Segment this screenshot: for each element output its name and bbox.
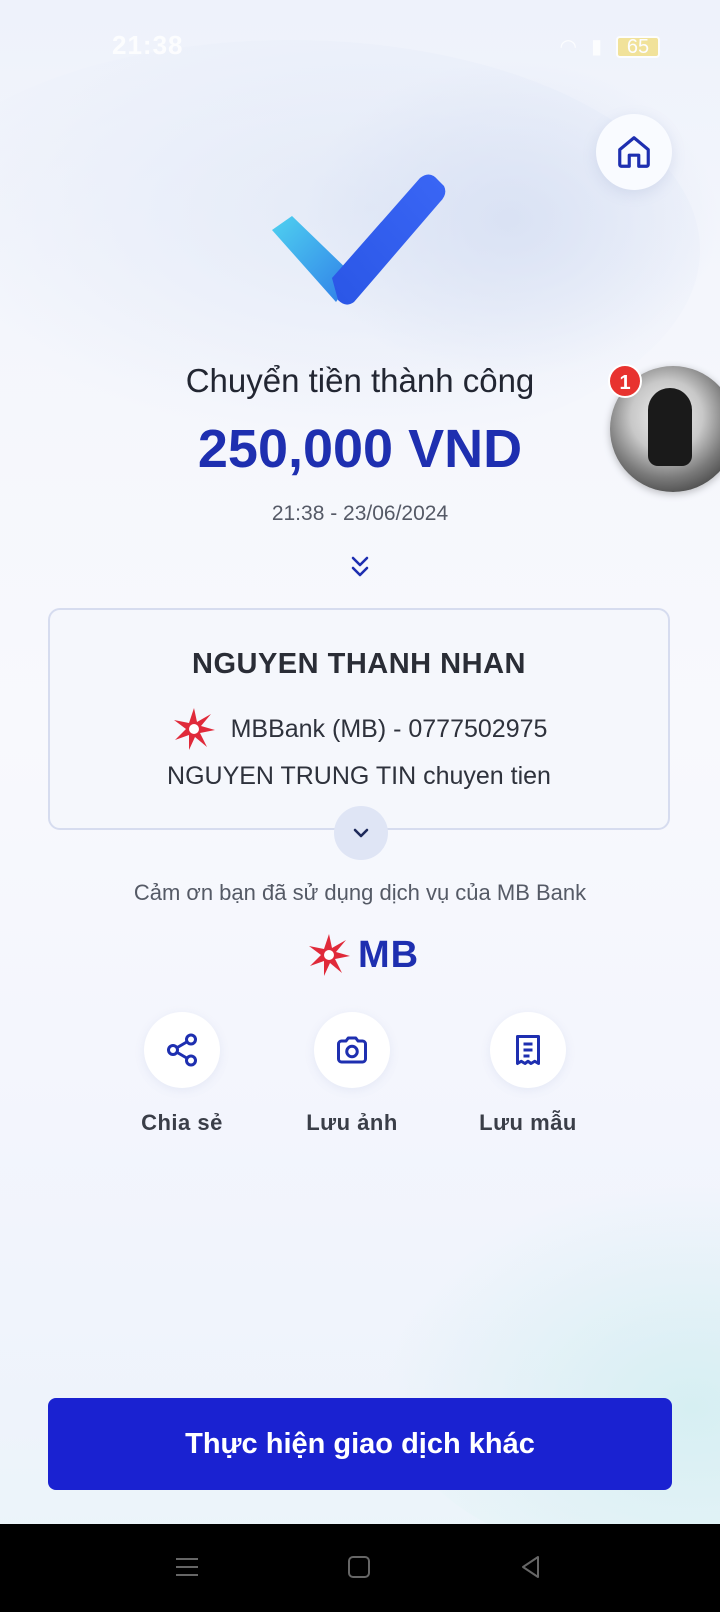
save-image-label: Lưu ảnh [306, 1110, 398, 1135]
mb-star-logo-icon [173, 708, 215, 750]
receipt-icon [516, 1035, 540, 1065]
transfer-message: NGUYEN TRUNG TIN chuyen tien [167, 762, 551, 790]
signal-icon: ▮ [590, 36, 602, 58]
save-image-button[interactable] [314, 1012, 390, 1088]
transfer-success-screen: 21:38 ◠ ▮ 65 Chuyển tiền thành công 250,… [0, 0, 720, 1612]
recipient-name: NGUYEN THANH NHAN [192, 648, 526, 680]
share-action[interactable]: Chia sẻ [102, 1012, 262, 1136]
bank-account-text: MBBank (MB) - 0777502975 [230, 714, 548, 743]
new-transaction-button[interactable]: Thực hiện giao dịch khác [48, 1398, 672, 1490]
notification-badge: 1 [608, 364, 642, 398]
save-template-action[interactable]: Lưu mẫu [448, 1012, 608, 1136]
save-template-label: Lưu mẫu [479, 1110, 577, 1135]
mb-bank-logo: MB [306, 932, 419, 978]
mb-star-logo-icon [309, 934, 350, 976]
double-chevron-down-icon[interactable] [348, 554, 372, 580]
avatar-figure [648, 388, 692, 466]
camera-icon [337, 1036, 367, 1064]
home-nav-icon[interactable] [346, 1554, 372, 1580]
save-image-action[interactable]: Lưu ảnh [272, 1012, 432, 1136]
success-check-icon [272, 174, 446, 305]
share-label: Chia sẻ [141, 1110, 223, 1135]
wifi-icon: ◠ [559, 36, 577, 58]
transfer-details-card: NGUYEN THANH NHAN MBBank (MB) - 07775029… [48, 608, 670, 830]
save-template-button[interactable] [490, 1012, 566, 1088]
background-decoration [380, 1180, 720, 1560]
status-bar: 21:38 ◠ ▮ 65 [0, 0, 720, 90]
transfer-datetime: 21:38 - 23/06/2024 [271, 502, 449, 525]
status-time: 21:38 [112, 30, 184, 60]
home-button[interactable] [596, 114, 672, 190]
battery-icon: 65 [616, 35, 660, 58]
thank-you-note: Cảm ơn bạn đã sử dụng dịch vụ của MB Ban… [133, 880, 587, 905]
menu-icon[interactable] [174, 1554, 200, 1580]
expand-details-button[interactable] [334, 806, 388, 860]
bank-account-row: MBBank (MB) - 0777502975 [50, 706, 668, 752]
home-icon [618, 136, 650, 168]
chevron-down-icon [353, 828, 369, 838]
share-button[interactable] [144, 1012, 220, 1088]
mb-logo-text: MB [358, 933, 420, 976]
share-icon [167, 1033, 197, 1067]
back-icon[interactable] [518, 1554, 544, 1580]
system-navigation-bar [0, 1524, 720, 1612]
status-icons: ◠ ▮ 65 [560, 34, 660, 59]
